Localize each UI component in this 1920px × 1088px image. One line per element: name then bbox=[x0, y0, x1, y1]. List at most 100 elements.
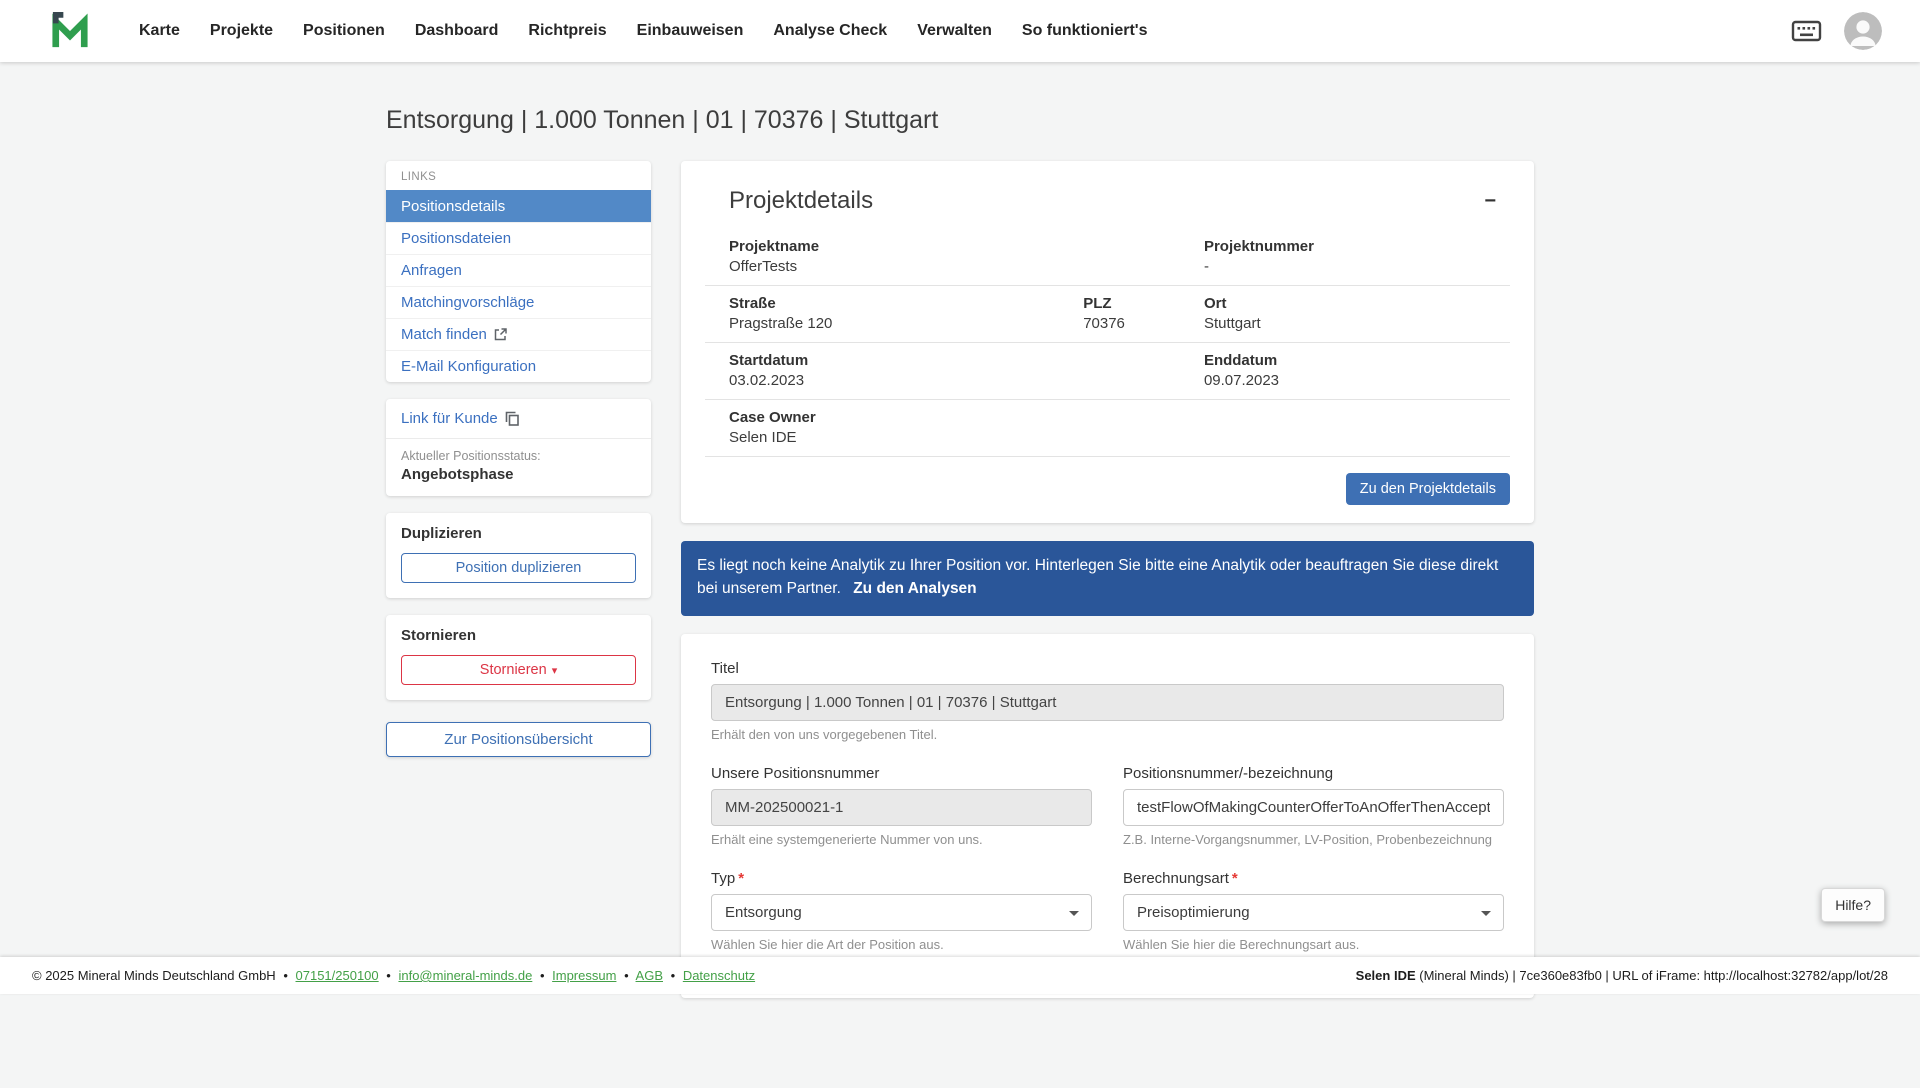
bezeichnung-field-group: Positionsnummer/-bezeichnung Z.B. Intern… bbox=[1123, 765, 1504, 847]
nav-item-einbauweisen[interactable]: Einbauweisen bbox=[622, 13, 759, 49]
field-value: 09.07.2023 bbox=[1204, 372, 1494, 389]
keyboard-glyph-icon bbox=[1791, 19, 1822, 43]
berechnungsart-select-value: Preisoptimierung bbox=[1137, 904, 1250, 921]
copy-icon bbox=[505, 411, 519, 426]
projektnummer-cell: Projektnummer - bbox=[1180, 229, 1510, 286]
links-card: LINKS Positionsdetails Positionsdateien … bbox=[386, 161, 651, 382]
caret-down-icon: ▾ bbox=[552, 665, 558, 677]
project-details-header: Projektdetails − bbox=[705, 187, 1510, 229]
sidebar-item-positionsdetails[interactable]: Positionsdetails bbox=[386, 190, 651, 222]
field-value: Pragstraße 120 bbox=[729, 315, 1043, 332]
footer-copyright: © 2025 Mineral Minds Deutschland GmbH bbox=[32, 968, 276, 983]
sidebar-item-email-konfiguration[interactable]: E-Mail Konfiguration bbox=[386, 350, 651, 382]
stornieren-button-label: Stornieren bbox=[480, 662, 547, 678]
nav-item-verwalten[interactable]: Verwalten bbox=[902, 13, 1007, 49]
mineral-minds-logo[interactable] bbox=[50, 12, 90, 50]
footer-email-link[interactable]: info@mineral-minds.de bbox=[398, 968, 532, 983]
field-value: 70376 bbox=[1083, 315, 1164, 332]
cancel-card: Stornieren Stornieren ▾ bbox=[386, 615, 651, 700]
sidebar: LINKS Positionsdetails Positionsdateien … bbox=[386, 161, 651, 757]
position-overview-button[interactable]: Zur Positionsübersicht bbox=[386, 722, 651, 757]
sidebar-item-match-finden[interactable]: Match finden bbox=[386, 318, 651, 350]
numbers-row: Unsere Positionsnummer Erhält eine syste… bbox=[711, 765, 1504, 847]
nav-item-projekte[interactable]: Projekte bbox=[195, 13, 288, 49]
project-actions: Zu den Projektdetails bbox=[705, 473, 1510, 505]
divider bbox=[386, 438, 651, 439]
titel-field-group: Titel Erhält den von uns vorgegebenen Ti… bbox=[711, 660, 1504, 742]
footer-impressum-link[interactable]: Impressum bbox=[552, 968, 616, 983]
analytics-banner: Es liegt noch keine Analytik zu Ihrer Po… bbox=[681, 541, 1534, 616]
position-form-card: Titel Erhält den von uns vorgegebenen Ti… bbox=[681, 634, 1534, 998]
field-label: Straße bbox=[729, 295, 1043, 312]
field-label: Ort bbox=[1204, 295, 1494, 312]
status-card: Link für Kunde Aktueller Positionsstatus… bbox=[386, 399, 651, 496]
footer-datenschutz-link[interactable]: Datenschutz bbox=[683, 968, 755, 983]
typ-label: Typ* bbox=[711, 870, 1092, 887]
customer-link[interactable]: Link für Kunde bbox=[401, 410, 519, 427]
nav-item-positionen[interactable]: Positionen bbox=[288, 13, 400, 49]
nav-item-dashboard[interactable]: Dashboard bbox=[400, 13, 514, 49]
typ-select[interactable]: Entsorgung bbox=[711, 894, 1092, 931]
footer-phone-link[interactable]: 07151/250100 bbox=[296, 968, 379, 983]
analyses-link[interactable]: Zu den Analysen bbox=[853, 580, 976, 597]
field-label: Projektnummer bbox=[1204, 238, 1494, 255]
typ-field-group: Typ* Entsorgung Wählen Sie hier die Art … bbox=[711, 870, 1092, 952]
duplicate-position-button[interactable]: Position duplizieren bbox=[401, 553, 636, 583]
nav-item-analyse-check[interactable]: Analyse Check bbox=[758, 13, 902, 49]
project-details-button[interactable]: Zu den Projektdetails bbox=[1346, 473, 1510, 505]
separator: • bbox=[283, 968, 288, 983]
footer-user-name: Selen IDE bbox=[1356, 968, 1416, 983]
typ-help: Wählen Sie hier die Art der Position aus… bbox=[711, 937, 1092, 952]
external-link-icon bbox=[494, 328, 507, 341]
required-marker: * bbox=[738, 870, 744, 887]
main-content: Projektdetails − Projektname OfferTests … bbox=[681, 161, 1534, 998]
separator: • bbox=[671, 968, 676, 983]
titel-input bbox=[711, 684, 1504, 721]
nav-item-karte[interactable]: Karte bbox=[124, 13, 195, 49]
customer-link-label: Link für Kunde bbox=[401, 410, 498, 427]
footer-agb-link[interactable]: AGB bbox=[636, 968, 663, 983]
content-container: LINKS Positionsdetails Positionsdateien … bbox=[386, 161, 1534, 1088]
position-status-label: Aktueller Positionsstatus: bbox=[401, 449, 636, 463]
project-details-table: Projektname OfferTests Projektnummer - S… bbox=[705, 229, 1510, 457]
sidebar-item-positionsdateien[interactable]: Positionsdateien bbox=[386, 222, 651, 254]
typ-label-text: Typ bbox=[711, 870, 735, 887]
positionsnummer-help: Erhält eine systemgenerierte Nummer von … bbox=[711, 832, 1092, 847]
case-owner-cell: Case Owner Selen IDE bbox=[705, 400, 1510, 457]
sidebar-item-anfragen[interactable]: Anfragen bbox=[386, 254, 651, 286]
type-row: Typ* Entsorgung Wählen Sie hier die Art … bbox=[711, 870, 1504, 952]
footer-session-info: Selen IDE (Mineral Minds) | 7ce360e83fb0… bbox=[1356, 968, 1888, 983]
field-value: Selen IDE bbox=[729, 429, 1494, 446]
separator: • bbox=[624, 968, 629, 983]
keyboard-icon[interactable] bbox=[1791, 19, 1822, 43]
separator: • bbox=[386, 968, 391, 983]
match-finden-label: Match finden bbox=[401, 326, 487, 343]
ort-cell: Ort Stuttgart bbox=[1180, 286, 1510, 343]
positionsnummer-field-group: Unsere Positionsnummer Erhält eine syste… bbox=[711, 765, 1092, 847]
separator: • bbox=[540, 968, 545, 983]
berechnungsart-select[interactable]: Preisoptimierung bbox=[1123, 894, 1504, 931]
logo-mark-icon bbox=[50, 12, 90, 50]
duplicate-card: Duplizieren Position duplizieren bbox=[386, 513, 651, 598]
bezeichnung-help: Z.B. Interne-Vorgangsnummer, LV-Position… bbox=[1123, 832, 1504, 847]
field-value: 03.02.2023 bbox=[729, 372, 1164, 389]
table-row: Startdatum 03.02.2023 Enddatum 09.07.202… bbox=[705, 343, 1510, 400]
bezeichnung-input[interactable] bbox=[1123, 789, 1504, 826]
collapse-icon[interactable]: − bbox=[1478, 187, 1502, 215]
cancel-title: Stornieren bbox=[401, 627, 636, 644]
stornieren-button[interactable]: Stornieren ▾ bbox=[401, 655, 636, 685]
nav-item-so-funktionierts[interactable]: So funktioniert's bbox=[1007, 13, 1163, 49]
berechnungsart-field-group: Berechnungsart* Preisoptimierung Wählen … bbox=[1123, 870, 1504, 952]
position-status-value: Angebotsphase bbox=[401, 466, 636, 483]
user-avatar[interactable] bbox=[1844, 12, 1882, 50]
nav-item-richtpreis[interactable]: Richtpreis bbox=[513, 13, 621, 49]
footer-left: © 2025 Mineral Minds Deutschland GmbH • … bbox=[32, 968, 755, 983]
table-row: Case Owner Selen IDE bbox=[705, 400, 1510, 457]
field-value: - bbox=[1204, 258, 1494, 275]
page-title: Entsorgung | 1.000 Tonnen | 01 | 70376 |… bbox=[386, 106, 1534, 135]
field-value: Stuttgart bbox=[1204, 315, 1494, 332]
sidebar-item-matchingvorschlaege[interactable]: Matchingvorschläge bbox=[386, 286, 651, 318]
positionsnummer-input bbox=[711, 789, 1092, 826]
table-row: Projektname OfferTests Projektnummer - bbox=[705, 229, 1510, 286]
help-button[interactable]: Hilfe? bbox=[1821, 888, 1885, 922]
